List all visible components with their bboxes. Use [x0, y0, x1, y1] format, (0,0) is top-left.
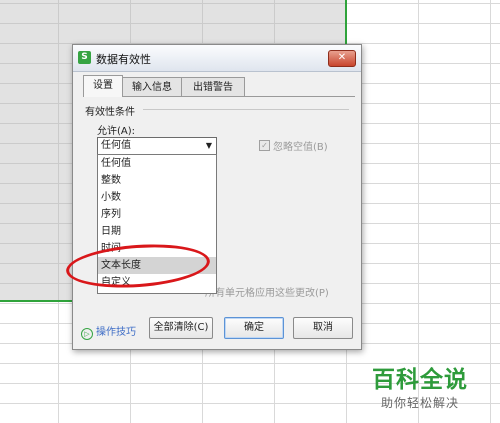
- data-validation-dialog: S 数据有效性 ✕ 设置 输入信息 出错警告 有效性条件 允许(A): 任何值 …: [72, 44, 362, 350]
- section-heading: 有效性条件: [85, 107, 135, 118]
- apply-all-label: 所有单元格应用这些更改(P): [205, 288, 329, 299]
- watermark-title: 百科全说: [372, 367, 468, 393]
- tips-label: 操作技巧: [96, 327, 136, 338]
- option-any-value[interactable]: 任何值: [98, 155, 216, 172]
- ignore-blank-checkbox[interactable]: ✓: [259, 140, 270, 151]
- close-button[interactable]: ✕: [328, 50, 356, 67]
- tab-input-message[interactable]: 输入信息: [121, 77, 183, 97]
- option-list[interactable]: 序列: [98, 206, 216, 223]
- option-integer[interactable]: 整数: [98, 172, 216, 189]
- allow-select[interactable]: 任何值 ▼: [97, 137, 217, 155]
- tab-settings[interactable]: 设置: [83, 75, 123, 97]
- clear-all-button[interactable]: 全部清除(C): [149, 317, 213, 339]
- dropdown-arrow-icon[interactable]: ▼: [206, 138, 212, 154]
- tab-divider: [83, 96, 355, 97]
- ignore-blank-label: 忽略空值(B): [273, 142, 328, 153]
- section-divider: [143, 109, 349, 110]
- app-logo-icon: S: [78, 51, 91, 64]
- tab-error-alert[interactable]: 出错警告: [181, 77, 245, 97]
- dialog-title: 数据有效性: [96, 53, 151, 66]
- dialog-titlebar[interactable]: S 数据有效性 ✕: [73, 45, 361, 72]
- tips-link[interactable]: ▷ 操作技巧: [81, 323, 136, 340]
- ok-button[interactable]: 确定: [224, 317, 284, 339]
- watermark-subtitle: 助你轻松解决: [381, 396, 460, 410]
- option-date[interactable]: 日期: [98, 223, 216, 240]
- play-icon: ▷: [81, 328, 93, 340]
- allow-label: 允许(A):: [97, 126, 136, 137]
- cancel-button[interactable]: 取消: [293, 317, 353, 339]
- allow-selected-value: 任何值: [101, 140, 131, 151]
- option-decimal[interactable]: 小数: [98, 189, 216, 206]
